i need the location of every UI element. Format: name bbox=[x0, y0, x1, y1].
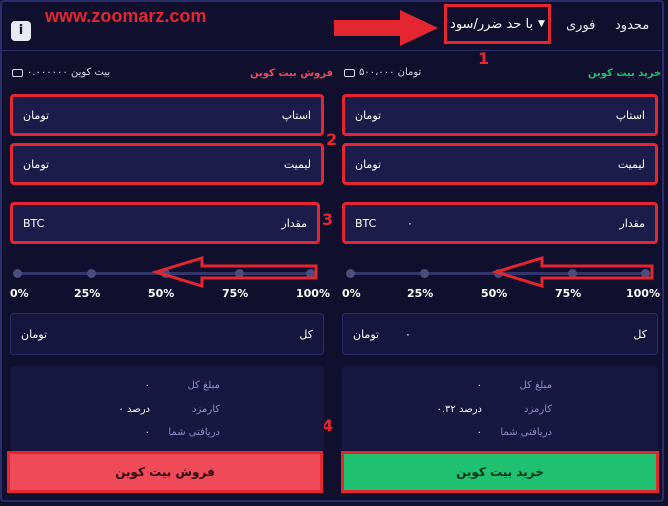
sell-total-field[interactable]: تومان کل bbox=[10, 313, 324, 355]
sell-summary-receive-label: دریافتی شما bbox=[168, 427, 220, 438]
sell-summary-fee: ۰ درصد کارمزد bbox=[90, 404, 220, 415]
sell-balance-value: ۰.۰۰۰۰۰۰ بیت کوین bbox=[27, 67, 111, 78]
buy-panel-title: خرید بیت کوین bbox=[588, 68, 662, 79]
buy-stop-field[interactable]: تومان استاپ bbox=[342, 94, 658, 136]
sell-pct-label: 75% bbox=[222, 287, 249, 300]
chevron-down-icon: ▼ bbox=[538, 19, 545, 29]
sell-stop-unit: تومان bbox=[23, 108, 50, 122]
header-divider bbox=[0, 50, 664, 51]
annotation-arrow-buy-slider bbox=[492, 256, 654, 288]
buy-summary-fee-label: کارمزد bbox=[524, 404, 552, 415]
sell-summary-receive-value: ۰ bbox=[144, 427, 150, 438]
buy-amount-label: مقدار bbox=[619, 216, 645, 230]
buy-amount-unit: BTC bbox=[355, 216, 377, 230]
sell-slider-stop-0[interactable] bbox=[13, 269, 22, 278]
buy-pct-label: 0% bbox=[342, 287, 361, 300]
annotation-number-1: 1 bbox=[478, 49, 490, 68]
buy-total-field[interactable]: تومان ۰ کل bbox=[342, 313, 658, 355]
buy-limit-field[interactable]: تومان لیمیت bbox=[342, 143, 658, 185]
buy-summary-receive: ۰ دریافتی شما bbox=[422, 427, 552, 438]
sell-stop-label: استاپ bbox=[281, 108, 311, 122]
annotation-number-2: 2 bbox=[326, 130, 338, 149]
buy-balance-value: ۵۰۰،۰۰۰ تومان bbox=[359, 67, 422, 78]
buy-total-label: کل bbox=[633, 327, 647, 341]
sell-pct-label: 0% bbox=[10, 287, 29, 300]
sell-summary-fee-value: ۰ درصد bbox=[118, 404, 150, 415]
buy-amount-value: ۰ bbox=[407, 216, 413, 230]
wallet-icon bbox=[344, 68, 355, 77]
buy-slider-stop-0[interactable] bbox=[346, 269, 355, 278]
sell-balance: ۰.۰۰۰۰۰۰ بیت کوین bbox=[12, 67, 110, 78]
sell-summary-total-label: مبلغ کل bbox=[187, 380, 220, 391]
buy-limit-unit: تومان bbox=[355, 157, 382, 171]
buy-summary-fee: ۰.۳۲ درصد کارمزد bbox=[422, 404, 552, 415]
buy-amount-field[interactable]: BTC ۰ مقدار bbox=[342, 202, 658, 244]
tab-instant[interactable]: فوری bbox=[566, 18, 595, 33]
sell-panel-title: فروش بیت کوین bbox=[250, 68, 334, 79]
buy-limit-label: لیمیت bbox=[617, 157, 645, 171]
buy-total-unit: تومان bbox=[353, 327, 380, 341]
annotation-number-3: 3 bbox=[322, 210, 334, 229]
buy-total-value: ۰ bbox=[405, 327, 411, 341]
sell-summary-total: ۰ مبلغ کل bbox=[90, 380, 220, 391]
buy-summary-total-value: ۰ bbox=[476, 380, 482, 391]
sell-amount-field[interactable]: BTC مقدار bbox=[10, 202, 320, 244]
tab-limit[interactable]: محدود bbox=[615, 18, 649, 33]
sell-amount-unit: BTC bbox=[23, 216, 45, 230]
buy-summary-fee-value: ۰.۳۲ درصد bbox=[436, 404, 482, 415]
annotation-arrow-sell-slider bbox=[152, 256, 318, 288]
sell-pct-label: 25% bbox=[74, 287, 101, 300]
buy-bitcoin-button[interactable]: خرید بیت کوین bbox=[341, 451, 659, 493]
sell-summary-fee-label: کارمزد bbox=[192, 404, 220, 415]
sell-limit-unit: تومان bbox=[23, 157, 50, 171]
sell-summary-total-value: ۰ bbox=[144, 380, 150, 391]
buy-pct-label: 100% bbox=[626, 287, 660, 300]
sell-amount-label: مقدار bbox=[281, 216, 307, 230]
info-button[interactable]: i bbox=[11, 21, 31, 41]
wallet-icon bbox=[12, 68, 23, 77]
buy-summary-receive-label: دریافتی شما bbox=[500, 427, 552, 438]
tab-stop-limit-label: با حد ضرر/سود bbox=[450, 16, 534, 32]
buy-stop-unit: تومان bbox=[355, 108, 382, 122]
buy-slider-stop-25[interactable] bbox=[420, 269, 429, 278]
sell-total-unit: تومان bbox=[21, 327, 48, 341]
tab-stop-limit[interactable]: با حد ضرر/سود ▼ bbox=[444, 4, 551, 44]
buy-summary-total: ۰ مبلغ کل bbox=[422, 380, 552, 391]
buy-pct-label: 25% bbox=[407, 287, 434, 300]
sell-summary-receive: ۰ دریافتی شما bbox=[90, 427, 220, 438]
buy-pct-label: 50% bbox=[481, 287, 508, 300]
buy-summary-total-label: مبلغ کل bbox=[519, 380, 552, 391]
sell-slider-stop-25[interactable] bbox=[87, 269, 96, 278]
buy-balance: ۵۰۰،۰۰۰ تومان bbox=[344, 67, 421, 78]
sell-pct-label: 100% bbox=[296, 287, 330, 300]
buy-summary-receive-value: ۰ bbox=[476, 427, 482, 438]
sell-bitcoin-button[interactable]: فروش بیت کوین bbox=[7, 451, 323, 493]
annotation-arrow-top bbox=[334, 10, 438, 46]
sell-limit-label: لیمیت bbox=[283, 157, 311, 171]
sell-total-label: کل bbox=[299, 327, 313, 341]
sell-pct-label: 50% bbox=[148, 287, 175, 300]
buy-stop-label: استاپ bbox=[615, 108, 645, 122]
sell-limit-field[interactable]: تومان لیمیت bbox=[10, 143, 324, 185]
sell-stop-field[interactable]: تومان استاپ bbox=[10, 94, 324, 136]
buy-pct-label: 75% bbox=[555, 287, 582, 300]
watermark-text: www.zoomarz.com bbox=[45, 6, 207, 26]
